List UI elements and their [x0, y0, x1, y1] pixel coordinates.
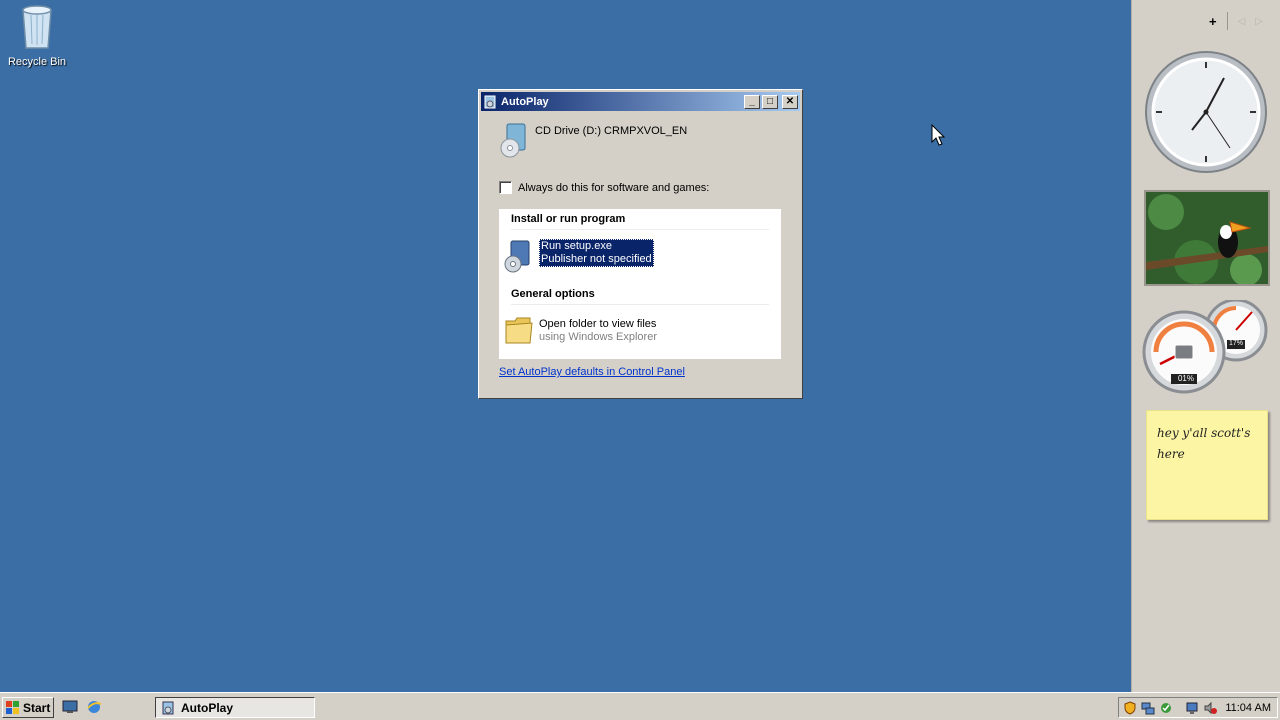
- defender-icon[interactable]: [1159, 701, 1173, 715]
- windows-sidebar: + ◁ ▷ 01% 17% hey y'all scott's here: [1131, 0, 1280, 692]
- controls-divider: [1226, 12, 1228, 30]
- taskbar-autoplay-label: AutoPlay: [181, 700, 234, 715]
- previous-arrow-icon[interactable]: ◁: [1238, 16, 1246, 27]
- cd-drive-icon: [499, 122, 529, 158]
- control-panel-link[interactable]: Set AutoPlay defaults in Control Panel: [499, 366, 685, 378]
- close-button[interactable]: ✕: [782, 94, 798, 109]
- section-install-heading: Install or run program: [511, 213, 626, 225]
- section-divider: [511, 229, 769, 230]
- cpu-percent-readout: 01%: [1177, 374, 1194, 383]
- always-do-this-row[interactable]: Always do this for software and games:: [499, 181, 709, 194]
- recycle-bin-shortcut[interactable]: Recycle Bin: [6, 2, 68, 68]
- clock-gadget[interactable]: [1144, 50, 1268, 174]
- run-setup-label: Run setup.exe: [541, 240, 612, 252]
- taskbar: Start AutoPlay 11:04 AM: [0, 692, 1280, 720]
- notes-gadget[interactable]: hey y'all scott's here: [1146, 410, 1268, 520]
- open-folder-sublabel: using Windows Explorer: [539, 331, 657, 343]
- note-text[interactable]: hey y'all scott's here: [1147, 411, 1267, 477]
- maximize-button[interactable]: □: [762, 94, 778, 109]
- internet-explorer-icon[interactable]: [86, 699, 102, 715]
- cpu-meter-icon: [1142, 298, 1268, 394]
- drive-header: CD Drive (D:) CRMPXVOL_EN: [499, 122, 687, 158]
- network-connection-icon[interactable]: [1185, 701, 1199, 715]
- run-setup-publisher: Publisher not specified: [541, 253, 652, 265]
- autoplay-title-icon: [483, 95, 497, 109]
- section-divider: [511, 304, 769, 305]
- start-button[interactable]: Start: [2, 697, 54, 718]
- autoplay-task-icon: [161, 701, 175, 715]
- system-tray: 11:04 AM: [1118, 697, 1278, 718]
- setup-program-icon: [503, 239, 535, 273]
- sidebar-controls: + ◁ ▷: [1209, 12, 1263, 30]
- drive-name: CD Drive (D:) CRMPXVOL_EN: [535, 125, 688, 137]
- next-arrow-icon[interactable]: ▷: [1255, 16, 1263, 27]
- taskbar-autoplay-button[interactable]: AutoPlay: [155, 697, 315, 718]
- mouse-cursor-icon: [931, 123, 947, 148]
- memory-percent-readout: 17%: [1228, 340, 1243, 347]
- minimize-button[interactable]: _: [744, 94, 760, 109]
- folder-icon: [503, 313, 535, 347]
- show-desktop-icon[interactable]: [62, 699, 78, 715]
- always-checkbox[interactable]: [499, 181, 512, 194]
- options-panel: Install or run program Run setup.exe Pub…: [499, 209, 781, 359]
- run-setup-option[interactable]: Run setup.exe Publisher not specified: [499, 239, 654, 273]
- recycle-bin-icon: [17, 2, 57, 50]
- dialog-title: AutoPlay: [501, 95, 549, 108]
- autoplay-dialog: AutoPlay _ □ ✕ CD Drive (D:) CRMPXVOL_EN…: [478, 89, 803, 399]
- open-folder-option[interactable]: Open folder to view files using Windows …: [499, 313, 657, 347]
- section-general-heading: General options: [511, 288, 595, 300]
- cpu-meter-gadget[interactable]: 01% 17%: [1142, 298, 1270, 396]
- start-label: Start: [23, 700, 51, 715]
- toucan-photo-icon: [1146, 192, 1268, 284]
- volume-muted-icon[interactable]: [1203, 701, 1217, 715]
- clock-face-icon: [1145, 51, 1267, 173]
- windows-flag-icon: [6, 700, 20, 715]
- add-gadget-icon[interactable]: +: [1209, 14, 1217, 29]
- always-label: Always do this for software and games:: [518, 181, 710, 194]
- taskbar-clock[interactable]: 11:04 AM: [1225, 702, 1271, 714]
- open-folder-label: Open folder to view files: [539, 318, 657, 330]
- security-shield-icon[interactable]: [1123, 700, 1137, 715]
- slideshow-gadget[interactable]: [1144, 190, 1270, 286]
- network-icon[interactable]: [1141, 701, 1155, 715]
- recycle-bin-label: Recycle Bin: [7, 56, 67, 68]
- dialog-titlebar[interactable]: AutoPlay _ □ ✕: [481, 92, 800, 111]
